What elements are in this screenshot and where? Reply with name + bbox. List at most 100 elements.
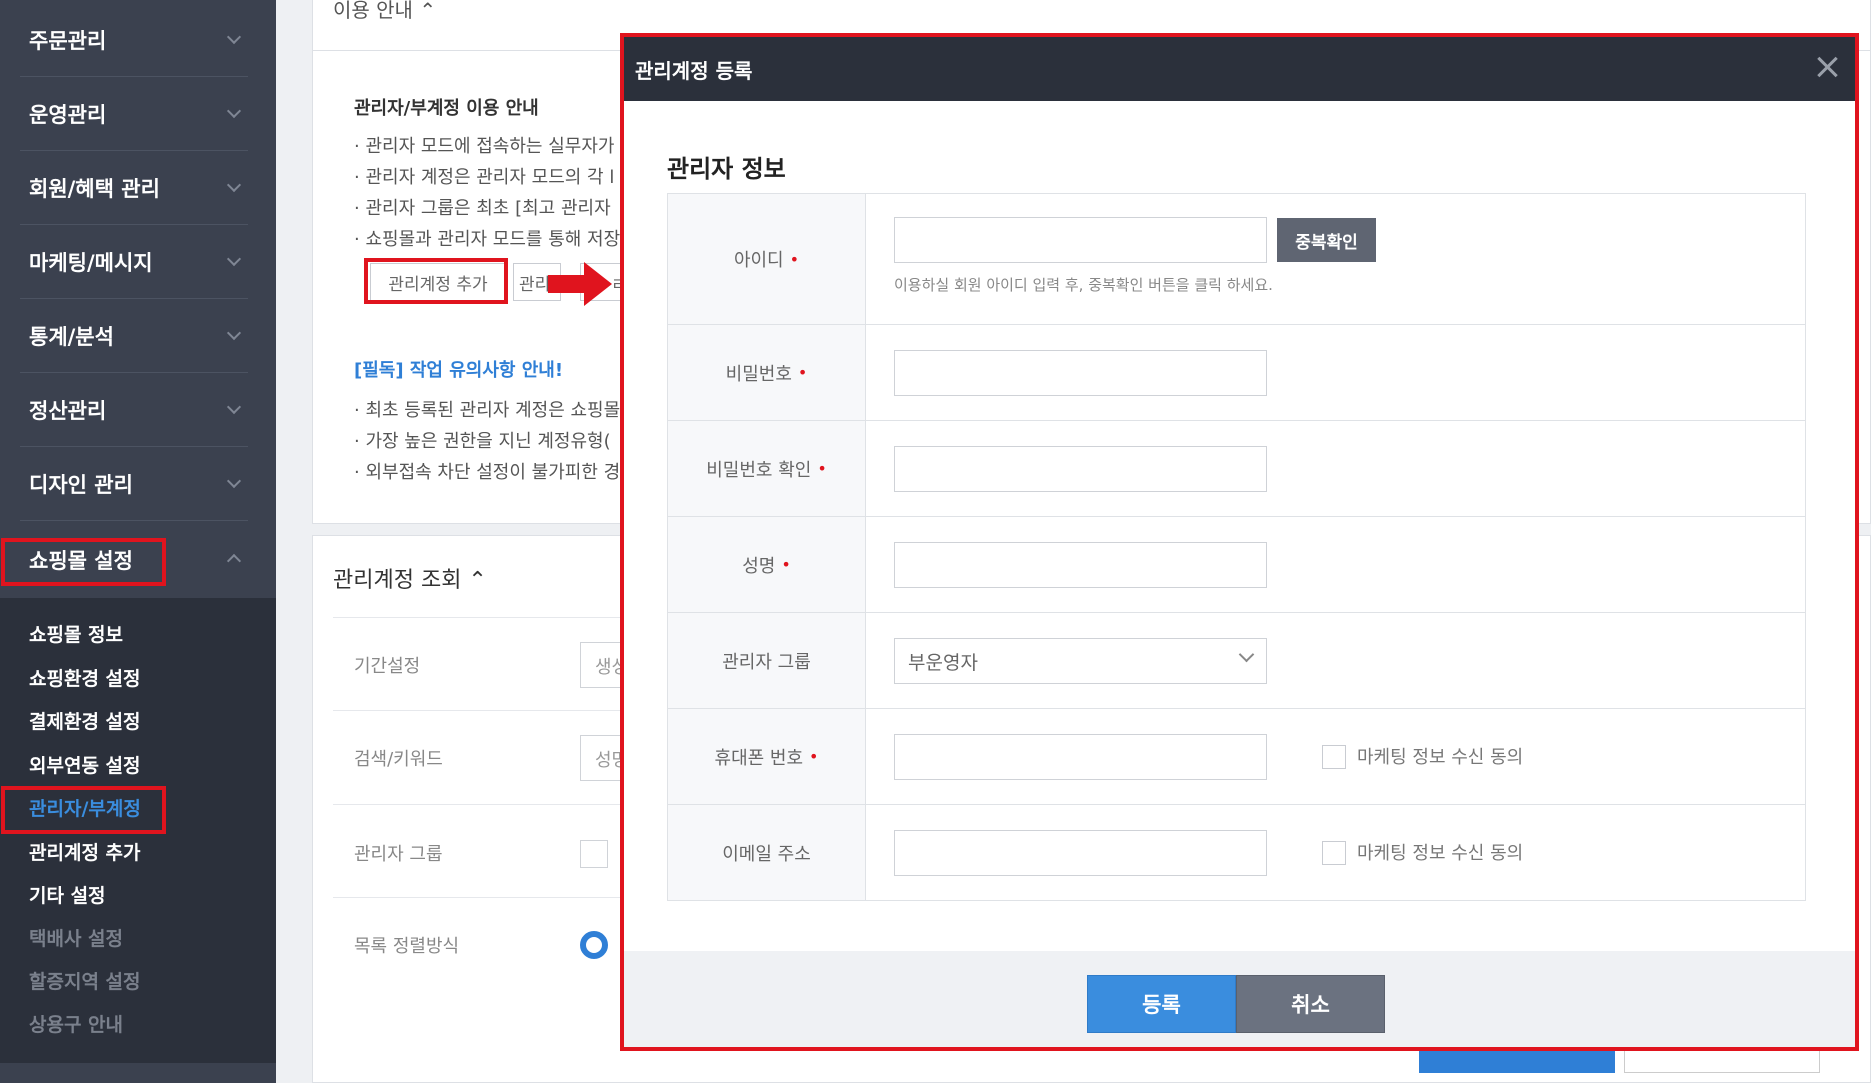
submenu-item-etc[interactable]: 기타 설정: [29, 881, 106, 908]
sidebar-item-shop-settings[interactable]: 쇼핑몰 설정: [20, 523, 248, 597]
field-label-text: 휴대폰 번호: [714, 747, 804, 769]
submenu-item-courier[interactable]: 택배사 설정: [29, 924, 123, 951]
sidebar-item-order[interactable]: 주문관리: [20, 3, 248, 77]
sidebar-footer: [0, 1063, 276, 1083]
right-arrow-icon: [548, 262, 612, 306]
sidebar-item-settlement[interactable]: 정산관리: [20, 373, 248, 447]
notice-bullet: · 최초 등록된 관리자 계정은 쇼핑몰: [354, 400, 621, 421]
phone-input[interactable]: [894, 734, 1267, 780]
field-label-text: 이메일 주소: [722, 843, 811, 865]
field-label-text: 비밀번호: [725, 363, 792, 385]
required-mark: •: [797, 363, 808, 382]
sidebar-item-label: 통계/분석: [29, 324, 114, 349]
duplicate-check-button[interactable]: 중복확인: [1277, 218, 1376, 262]
admin-group-select[interactable]: 부운영자: [894, 638, 1267, 684]
phone-marketing-label[interactable]: 마케팅 정보 수신 동의: [1357, 743, 1523, 769]
chevron-down-icon: [224, 325, 244, 345]
submenu-item-payment-env[interactable]: 결제환경 설정: [29, 707, 141, 734]
submenu-item-shop-env[interactable]: 쇼핑환경 설정: [29, 664, 141, 691]
sidebar: 주문관리 운영관리 회원/혜택 관리 마케팅/메시지 통계/분석 정산관리 디자…: [0, 0, 276, 1083]
email-marketing-checkbox[interactable]: [1322, 841, 1346, 865]
email-marketing-label[interactable]: 마케팅 정보 수신 동의: [1357, 839, 1523, 865]
divider: [333, 897, 633, 898]
field-label-text: 아이디: [733, 250, 784, 271]
submit-button[interactable]: 등록: [1087, 975, 1236, 1033]
field-label: 비밀번호 확인 •: [668, 421, 866, 516]
required-mark: •: [817, 459, 827, 478]
section-title: 관리자 정보: [667, 155, 786, 183]
form-row-email: 이메일 주소 마케팅 정보 수신 동의: [668, 805, 1805, 900]
chevron-down-icon: [224, 103, 244, 123]
submit-button-label: 등록: [1142, 993, 1181, 1017]
id-input[interactable]: [894, 217, 1267, 263]
field-label: 아이디 •: [668, 194, 866, 324]
cancel-button[interactable]: 취소: [1236, 975, 1385, 1033]
field-label: 휴대폰 번호 •: [668, 709, 866, 804]
email-input[interactable]: [894, 830, 1267, 876]
submenu-item-add-account[interactable]: 관리계정 추가: [29, 838, 141, 865]
field-label: 비밀번호 •: [668, 325, 866, 420]
admin-group-value: 부운영자: [908, 652, 978, 674]
submenu-item-phrases[interactable]: 상용구 안내: [29, 1010, 123, 1037]
search-row-label: 검색/키워드: [354, 749, 443, 770]
divider: [333, 617, 633, 618]
admin-info-form: 아이디 • 중복확인 이용하실 회원 아이디 입력 후, 중복확인 버튼을 클릭 …: [667, 193, 1806, 901]
field-label-text: 성명: [742, 555, 776, 577]
sidebar-item-member[interactable]: 회원/혜택 관리: [20, 151, 248, 225]
modal-header: 관리계정 등록: [624, 37, 1855, 101]
form-row-password: 비밀번호 •: [668, 325, 1805, 421]
group-checkbox[interactable]: [580, 840, 608, 868]
submenu-item-admin-accounts[interactable]: 관리자/부계정: [29, 794, 141, 821]
sort-radio[interactable]: [580, 931, 608, 959]
register-account-modal: 관리계정 등록 관리자 정보 아이디 • 중복확인 이용하실 회원 아이디 입력 …: [624, 37, 1855, 1047]
sidebar-item-label: 디자인 관리: [29, 472, 133, 497]
required-mark: •: [781, 555, 791, 574]
password-confirm-input[interactable]: [894, 446, 1267, 492]
name-input[interactable]: [894, 542, 1267, 588]
submenu-item-external[interactable]: 외부연동 설정: [29, 751, 141, 778]
search-row-label: 기간설정: [354, 656, 421, 677]
sidebar-item-label: 운영관리: [29, 102, 107, 127]
duplicate-check-label: 중복확인: [1295, 232, 1358, 253]
chevron-up-icon: [224, 549, 244, 569]
sidebar-item-label: 쇼핑몰 설정: [29, 549, 133, 573]
guide-bullet: · 관리자 그룹은 최초 [최고 관리자: [354, 198, 611, 219]
sidebar-item-design[interactable]: 디자인 관리: [20, 447, 248, 521]
submenu-item-shop-info[interactable]: 쇼핑몰 정보: [29, 620, 123, 647]
field-label: 이메일 주소: [668, 805, 866, 900]
required-mark: •: [809, 747, 819, 766]
tertiary-button-label: ㄹ: [611, 270, 624, 295]
sidebar-item-stats[interactable]: 통계/분석: [20, 299, 248, 373]
sidebar-item-label: 마케팅/메시지: [29, 250, 153, 275]
submenu-shop-settings: 쇼핑몰 정보 쇼핑환경 설정 결제환경 설정 외부연동 설정 관리자/부계정 관…: [0, 598, 276, 1063]
guide-tab[interactable]: 이용 안내 ⌃: [333, 0, 436, 23]
form-row-phone: 휴대폰 번호 • 마케팅 정보 수신 동의: [668, 709, 1805, 805]
sidebar-item-marketing[interactable]: 마케팅/메시지: [20, 225, 248, 299]
chevron-down-icon: [224, 29, 244, 49]
form-row-password-confirm: 비밀번호 확인 •: [668, 421, 1805, 517]
close-icon[interactable]: [1813, 53, 1841, 81]
submenu-item-surcharge[interactable]: 할증지역 설정: [29, 967, 141, 994]
add-account-button[interactable]: 관리계정 추가: [370, 263, 506, 301]
chevron-down-icon: [1241, 653, 1252, 660]
form-row-name: 성명 •: [668, 517, 1805, 613]
password-input[interactable]: [894, 350, 1267, 396]
field-label-text: 비밀번호 확인: [706, 459, 812, 481]
sidebar-item-operation[interactable]: 운영관리: [20, 77, 248, 151]
chevron-down-icon: [224, 473, 244, 493]
field-label: 성명 •: [668, 517, 866, 612]
phone-marketing-checkbox[interactable]: [1322, 745, 1346, 769]
id-help-text: 이용하실 회원 아이디 입력 후, 중복확인 버튼을 클릭 하세요.: [894, 276, 1273, 294]
sidebar-item-label: 회원/혜택 관리: [29, 176, 160, 201]
cancel-button-label: 취소: [1291, 993, 1330, 1017]
form-row-group: 관리자 그룹 부운영자: [668, 613, 1805, 709]
guide-title: 관리자/부계정 이용 안내: [354, 98, 539, 119]
divider: [333, 804, 633, 805]
search-row-label: 목록 정렬방식: [354, 936, 460, 957]
form-row-id: 아이디 • 중복확인 이용하실 회원 아이디 입력 후, 중복확인 버튼을 클릭 …: [668, 194, 1805, 325]
divider: [333, 710, 633, 711]
field-label-text: 관리자 그룹: [722, 651, 811, 673]
search-title[interactable]: 관리계정 조회 ⌃: [333, 562, 487, 594]
notice-bullet: · 가장 높은 권한을 지닌 계정유형(: [354, 431, 611, 452]
secondary-button-label: 관리: [519, 274, 551, 295]
